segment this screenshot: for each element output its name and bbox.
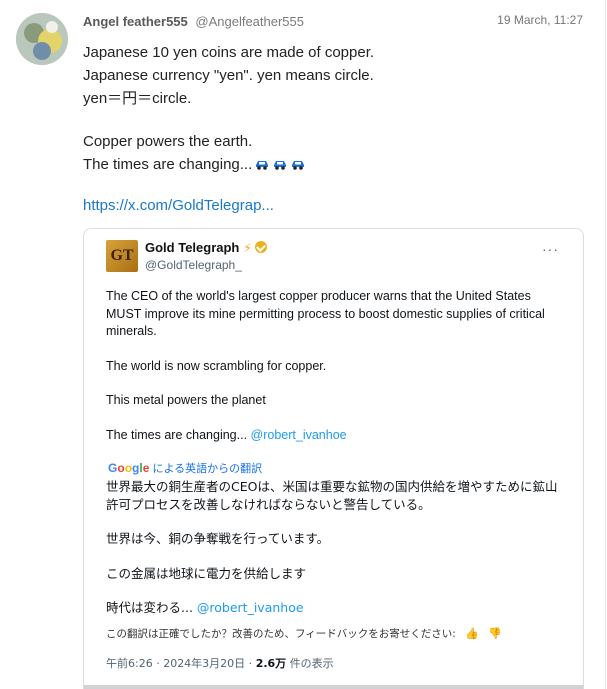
post-line: Japanese 10 yen coins are made of copper… — [83, 44, 375, 61]
embed-author-name[interactable]: Gold Telegraph ⚡ — [145, 240, 267, 255]
translated-paragraph: この金属は地球に電力を供給します — [106, 565, 307, 581]
view-count-label: 件の表示 — [289, 657, 334, 670]
car-emoji-icon — [292, 161, 305, 170]
lightning-icon: ⚡ — [243, 241, 252, 255]
translated-paragraph: 世界は今、銅の争奪戦を行っています。 — [106, 531, 330, 546]
embedded-tweet[interactable]: GT Gold Telegraph ⚡ @GoldTelegraph_ ··· T… — [83, 228, 584, 689]
google-logo: Google — [108, 461, 150, 475]
google-translate-label[interactable]: Google による英語からの翻訳 — [108, 460, 262, 476]
view-count: 2.6万 — [255, 657, 287, 670]
author-handle[interactable]: @Angelfeather555 — [195, 14, 304, 29]
post-body: Japanese 10 yen coins are made of copper… — [83, 41, 374, 176]
translated-paragraph-last: 時代は変わる... @robert_ivanhoe — [106, 599, 568, 617]
thumbs-down-icon[interactable]: 👎 — [488, 627, 502, 640]
feedback-text: この翻訳は正確でしたか？改善のため、フィードバックをお寄せください: — [106, 628, 456, 640]
embed-meta[interactable]: 午前6:26 · 2024年3月20日 · 2.6万 件の表示 — [106, 655, 334, 671]
car-emoji-icon — [256, 161, 269, 170]
post-line: yen＝円＝circle. — [83, 90, 192, 107]
avatar-image — [16, 13, 68, 65]
post-link[interactable]: https://x.com/GoldTelegrap... — [83, 197, 274, 214]
translate-label-text: による英語からの翻訳 — [152, 463, 263, 475]
car-emoji-icon — [274, 161, 287, 170]
embed-paragraph: This metal powers the planet — [106, 393, 266, 407]
translated-last-line: 時代は変わる... — [106, 600, 193, 615]
post-line: Copper powers the earth. — [83, 133, 253, 150]
author-display-name[interactable]: Angel feather555 — [83, 14, 188, 29]
post-card: Angel feather555 @Angelfeather555 19 Mar… — [0, 0, 606, 689]
translation-feedback: この翻訳は正確でしたか？改善のため、フィードバックをお寄せください: 👍 👎 — [106, 626, 502, 641]
embed-body: The CEO of the world's largest copper pr… — [106, 288, 566, 461]
mention-link[interactable]: @robert_ivanhoe — [251, 428, 347, 442]
thumbs-up-icon[interactable]: 👍 — [465, 627, 479, 640]
translated-body: 世界最大の銅生産者のCEOは、米国は重要な鉱物の国内供給を増やすために鉱山許可プ… — [106, 478, 568, 634]
more-options-icon[interactable]: ··· — [542, 241, 559, 257]
embed-paragraph: The world is now scrambling for copper. — [106, 358, 327, 373]
embed-last-line: The times are changing... — [106, 427, 248, 442]
author[interactable]: Angel feather555 @Angelfeather555 — [83, 14, 304, 29]
post-line: The times are changing... — [83, 156, 253, 173]
mention-link[interactable]: @robert_ivanhoe — [197, 600, 304, 615]
post-line-with-emoji: The times are changing... — [83, 153, 374, 176]
embed-paragraph-last: The times are changing... @robert_ivanho… — [106, 427, 566, 445]
translated-paragraph: 世界最大の銅生産者のCEOは、米国は重要な鉱物の国内供給を増やすために鉱山許可プ… — [106, 479, 558, 512]
embed-timestamp[interactable]: 午前6:26 · 2024年3月20日 · — [106, 657, 252, 670]
embed-author-handle[interactable]: @GoldTelegraph_ — [145, 258, 242, 272]
avatar[interactable] — [16, 13, 68, 65]
verified-badge-icon — [254, 241, 267, 253]
post-timestamp[interactable]: 19 March, 11:27 — [497, 13, 583, 27]
embed-author-name-text: Gold Telegraph — [145, 240, 240, 255]
embed-bottom-bar — [84, 685, 583, 689]
embed-paragraph: The CEO of the world's largest copper pr… — [106, 289, 545, 338]
embed-avatar-logo[interactable]: GT — [106, 240, 138, 272]
post-line: Japanese currency "yen". yen means circl… — [83, 67, 374, 84]
